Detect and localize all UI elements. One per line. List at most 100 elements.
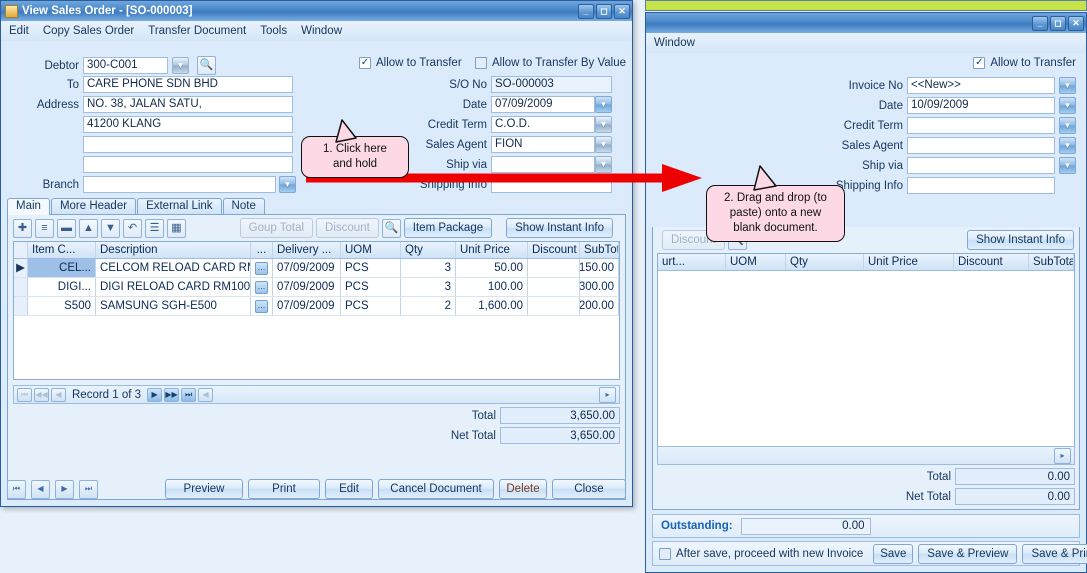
so-date-dropdown-icon[interactable]	[595, 96, 612, 113]
debtor-field[interactable]: 300-C001	[83, 57, 168, 74]
so-credit-term-field[interactable]: C.O.D.	[491, 116, 595, 133]
address-line3-field[interactable]	[83, 136, 293, 153]
close-icon[interactable]: ✕	[1068, 15, 1084, 31]
cell-more[interactable]: …	[251, 278, 273, 296]
detail-icon[interactable]: ☰	[145, 218, 164, 238]
sales-order-window-controls: _ ◻ ✕	[578, 3, 630, 19]
address-line2-field[interactable]: 41200 KLANG	[83, 116, 293, 133]
record-first-icon[interactable]: ⏮	[7, 479, 26, 499]
magnifier-icon[interactable]: 🔍	[381, 218, 401, 238]
menu-tools[interactable]: Tools	[260, 25, 287, 37]
nav-prev-page-icon[interactable]: ◀◀	[34, 387, 49, 402]
item-package-button[interactable]: Item Package	[403, 218, 493, 238]
debtor-label: Debtor	[44, 59, 79, 72]
record-next-icon[interactable]: ▶	[55, 479, 74, 499]
item-grid[interactable]: Item C... Description ... Delivery ... U…	[13, 241, 620, 380]
record-navigator[interactable]: ⏮ ◀◀ ◀ Record 1 of 3 ▶ ▶▶ ⏭ ◀ ▸	[13, 385, 620, 404]
invoice-date-dropdown-icon[interactable]	[1059, 97, 1076, 114]
nav-collapse-icon[interactable]: ◀	[198, 387, 214, 402]
invoice-sales-agent-dropdown-icon[interactable]	[1059, 137, 1076, 154]
move-up-icon[interactable]: ▲	[79, 218, 98, 238]
delete-button[interactable]: Delete	[499, 479, 547, 499]
invoice-window-titlebar[interactable]: _ ◻ ✕	[646, 13, 1086, 33]
nav-next-icon[interactable]: ▸	[1054, 447, 1071, 464]
allow-transfer-checkbox[interactable]: ✓	[973, 57, 986, 69]
ellipsis-icon[interactable]: …	[255, 280, 268, 294]
ellipsis-icon[interactable]: …	[255, 261, 268, 275]
sales-order-titlebar[interactable]: View Sales Order - [SO-000003] _ ◻ ✕	[1, 1, 632, 21]
save-button[interactable]: Save	[873, 543, 914, 564]
invoice-ship-via-field[interactable]	[907, 157, 1055, 174]
invoice-shipping-info-field[interactable]	[907, 177, 1055, 194]
layout-icon[interactable]: ▦	[167, 218, 186, 238]
ellipsis-icon[interactable]: …	[255, 299, 268, 313]
cell-more[interactable]: …	[251, 259, 273, 277]
invoice-sales-agent-field[interactable]	[907, 137, 1055, 154]
tab-note[interactable]: Note	[222, 198, 265, 214]
record-last-icon[interactable]: ⏭	[79, 479, 98, 499]
minimize-icon[interactable]: _	[578, 3, 594, 19]
undo-icon[interactable]: ↶	[123, 218, 142, 238]
so-credit-term-dropdown-icon[interactable]	[595, 116, 612, 133]
invoice-no-dropdown-icon[interactable]	[1059, 77, 1076, 94]
invoice-credit-term-field[interactable]	[907, 117, 1055, 134]
show-instant-info-button[interactable]: Show Instant Info	[967, 230, 1074, 250]
close-icon[interactable]: ✕	[614, 3, 630, 19]
menu-copy-sales-order[interactable]: Copy Sales Order	[43, 25, 134, 37]
to-row: To CARE PHONE SDN BHD	[7, 76, 293, 93]
maximize-icon[interactable]: ◻	[1050, 15, 1066, 31]
cell-more[interactable]: …	[251, 297, 273, 315]
debtor-search-icon[interactable]: 🔍	[197, 56, 216, 75]
so-sales-agent-field[interactable]: FION	[491, 136, 595, 153]
so-sales-agent-dropdown-icon[interactable]	[595, 136, 612, 153]
tab-main[interactable]: Main	[7, 198, 50, 215]
cancel-document-button[interactable]: Cancel Document	[378, 479, 494, 499]
menu-transfer-document[interactable]: Transfer Document	[148, 25, 246, 37]
tab-more-header[interactable]: More Header	[50, 198, 137, 214]
branch-dropdown-icon[interactable]	[279, 176, 296, 193]
menu-edit[interactable]: Edit	[9, 25, 29, 37]
minimize-icon[interactable]: _	[1032, 15, 1048, 31]
nav-next-icon[interactable]: ▶	[147, 387, 163, 402]
table-row[interactable]: S500 SAMSUNG SGH-E500 … 07/09/2009 PCS 2…	[14, 297, 619, 316]
move-down-icon[interactable]: ▼	[101, 218, 120, 238]
table-row[interactable]: ▶ CEL... CELCOM RELOAD CARD RM50 … 07/09…	[14, 259, 619, 278]
preview-button[interactable]: Preview	[165, 479, 243, 499]
insert-icon[interactable]: ≡	[35, 218, 54, 238]
nav-first-icon[interactable]: ⏮	[17, 387, 32, 402]
invoice-no-field[interactable]: <<New>>	[907, 77, 1055, 94]
menu-window[interactable]: Window	[654, 37, 695, 49]
invoice-ship-via-dropdown-icon[interactable]	[1059, 157, 1076, 174]
close-button[interactable]: Close	[552, 479, 626, 499]
edit-button[interactable]: Edit	[325, 479, 373, 499]
save-and-print-button[interactable]: Save & Print	[1022, 543, 1087, 564]
print-button[interactable]: Print	[248, 479, 320, 499]
to-field[interactable]: CARE PHONE SDN BHD	[83, 76, 293, 93]
nav-next-page-icon[interactable]: ▶▶	[164, 387, 180, 402]
address-line4-field[interactable]	[83, 156, 293, 173]
invoice-record-nav[interactable]: ▸	[657, 446, 1075, 465]
remove-icon[interactable]: ▬	[57, 218, 76, 238]
branch-field[interactable]	[83, 176, 276, 193]
after-save-checkbox[interactable]	[659, 547, 671, 560]
menu-window[interactable]: Window	[301, 25, 342, 37]
save-and-preview-button[interactable]: Save & Preview	[918, 543, 1018, 564]
add-icon[interactable]: ✚	[13, 218, 32, 238]
maximize-icon[interactable]: ◻	[596, 3, 612, 19]
address-line1-field[interactable]: NO. 38, JALAN SATU,	[83, 96, 293, 113]
nav-scroll-right-icon[interactable]: ▸	[599, 386, 616, 403]
so-date-label: Date	[462, 98, 487, 111]
invoice-item-grid[interactable]: urt... UOM Qty Unit Price Discount SubTo…	[657, 253, 1075, 449]
invoice-credit-term-dropdown-icon[interactable]	[1059, 117, 1076, 134]
allow-transfer-checkbox[interactable]: ✓	[359, 57, 371, 69]
tab-external-link[interactable]: External Link	[137, 198, 222, 214]
allow-transfer-by-value-checkbox[interactable]	[475, 57, 487, 69]
show-instant-info-button[interactable]: Show Instant Info	[506, 218, 613, 238]
debtor-dropdown-icon[interactable]	[172, 57, 189, 74]
nav-last-icon[interactable]: ⏭	[181, 387, 197, 402]
record-prev-icon[interactable]: ◀	[31, 479, 50, 499]
invoice-date-field[interactable]: 10/09/2009	[907, 97, 1055, 114]
nav-prev-icon[interactable]: ◀	[51, 387, 66, 402]
table-row[interactable]: DIGI... DIGI RELOAD CARD RM100 … 07/09/2…	[14, 278, 619, 297]
so-date-field[interactable]: 07/09/2009	[491, 96, 595, 113]
